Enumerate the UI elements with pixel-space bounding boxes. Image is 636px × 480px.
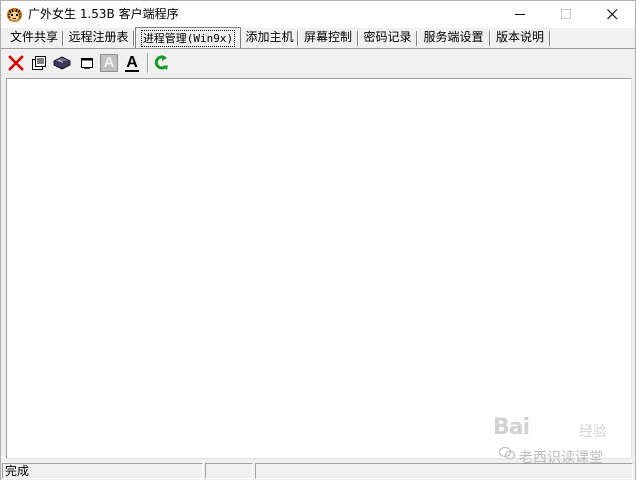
tab-divider <box>1 48 635 49</box>
delete-x-icon <box>8 55 24 71</box>
process-list-icon <box>53 56 71 70</box>
tiger-head-icon[interactable] <box>6 6 23 23</box>
refresh-button[interactable] <box>153 54 171 72</box>
minimize-icon <box>514 14 525 15</box>
document-icon <box>32 56 46 70</box>
refresh-icon <box>154 55 168 70</box>
status-text: 完成 <box>2 463 203 479</box>
title-bar[interactable]: 广外女生 1.53B 客户端程序 <box>1 1 635 28</box>
tab-strip: 文件共享 远程注册表 进程管理(Win9x) 添加主机 屏幕控制 密码记录 服务… <box>1 27 635 49</box>
window-button[interactable] <box>78 54 96 72</box>
font-underline-button[interactable]: A <box>123 54 141 72</box>
status-pane-2 <box>205 463 253 479</box>
toolbar: A A <box>1 50 635 76</box>
font-a-underline-icon: A <box>125 53 139 72</box>
minimize-button[interactable] <box>497 1 543 28</box>
window-title: 广外女生 1.53B 客户端程序 <box>28 7 179 21</box>
process-list-area[interactable] <box>6 78 632 459</box>
font-a-gray-icon: A <box>103 54 115 71</box>
document-button[interactable] <box>30 54 48 72</box>
tab-remote-registry[interactable]: 远程注册表 <box>63 28 134 48</box>
app-window: 广外女生 1.53B 客户端程序 文件共享 远程注册表 进程管理(Win9x) … <box>0 0 636 480</box>
tab-add-host[interactable]: 添加主机 <box>241 28 298 48</box>
process-list-button[interactable] <box>53 54 71 72</box>
tab-screen-control[interactable]: 屏幕控制 <box>298 28 358 48</box>
tab-server-settings[interactable]: 服务端设置 <box>417 28 490 48</box>
window-icon <box>81 58 93 69</box>
toolbar-separator <box>147 53 149 73</box>
tab-process-management[interactable]: 进程管理(Win9x) <box>135 27 241 49</box>
tab-file-share[interactable]: 文件共享 <box>5 28 63 48</box>
tab-password-log[interactable]: 密码记录 <box>358 28 417 48</box>
wechat-icon <box>498 446 516 463</box>
watermark-author: 老西识读课堂 <box>519 450 603 466</box>
watermark: Bai 经验 老西识读课堂 <box>487 409 636 467</box>
delete-button[interactable] <box>7 54 25 72</box>
font-gray-button[interactable]: A <box>100 54 118 72</box>
watermark-logo: Bai <box>493 415 530 440</box>
close-icon <box>606 9 617 20</box>
watermark-logo-suffix: 经验 <box>579 424 607 440</box>
tab-version-info[interactable]: 版本说明 <box>490 28 550 48</box>
close-button[interactable] <box>589 1 635 28</box>
maximize-icon <box>560 9 571 19</box>
maximize-button[interactable] <box>543 1 589 28</box>
